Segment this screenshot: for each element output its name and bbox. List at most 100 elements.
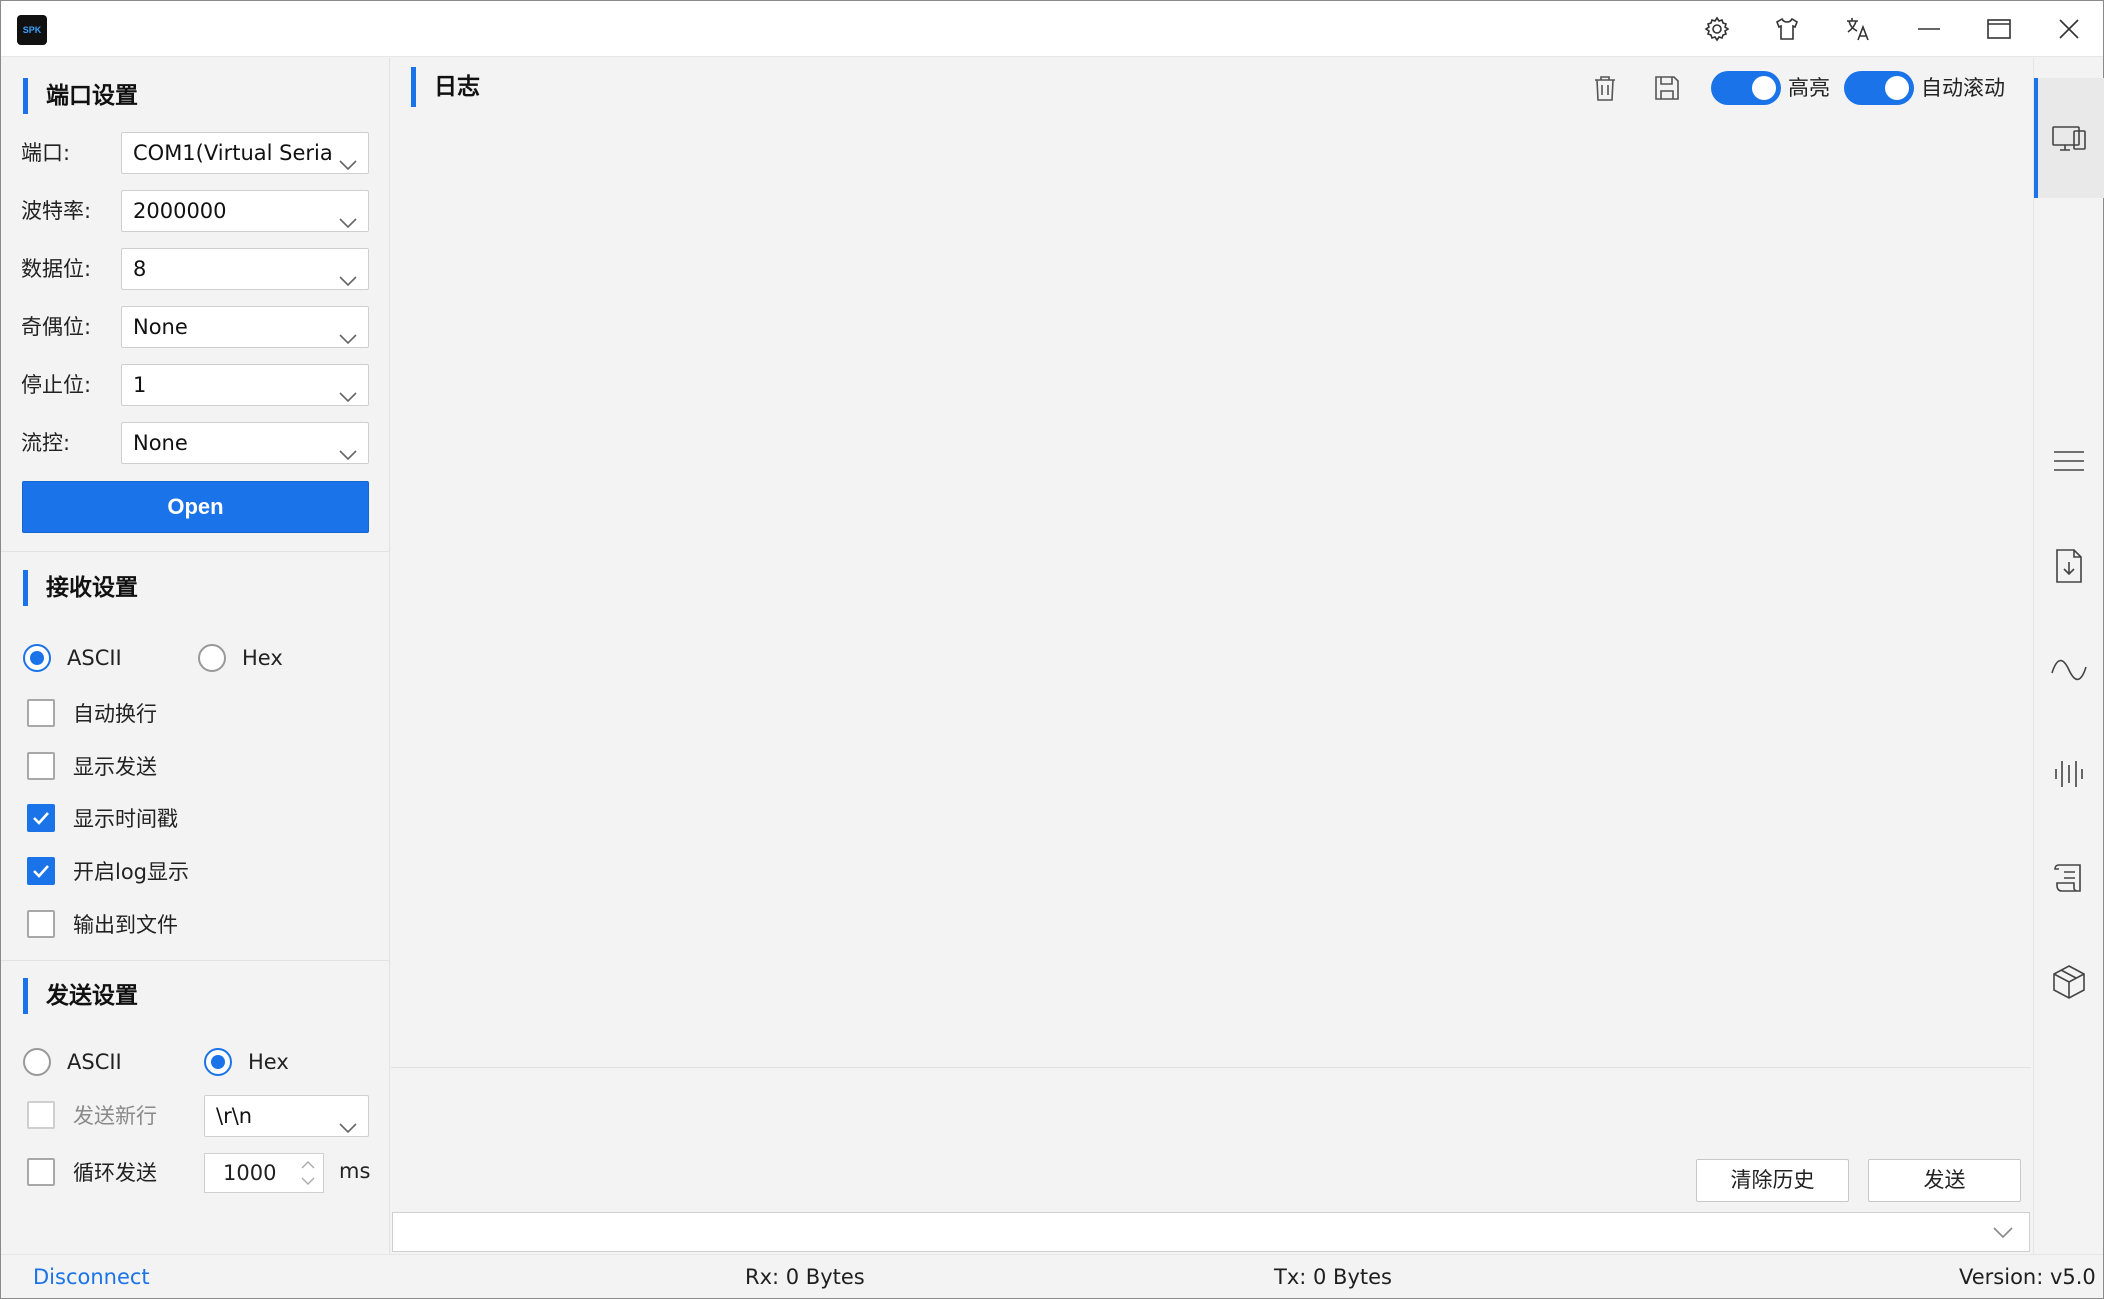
- clear-history-button[interactable]: 清除历史: [1696, 1159, 1849, 1202]
- version-label: Version: v5.0: [1959, 1265, 2096, 1289]
- enable-log-display-checkbox[interactable]: 开启log显示: [27, 853, 189, 889]
- auto-wrap-checkbox[interactable]: 自动换行: [27, 695, 157, 731]
- open-port-button[interactable]: Open: [22, 481, 369, 533]
- show-sent-checkbox[interactable]: 显示发送: [27, 748, 157, 784]
- maximize-icon[interactable]: [1977, 9, 2021, 49]
- tx-bytes: Tx: 0 Bytes: [1274, 1265, 1392, 1289]
- chevron-down-icon: [338, 319, 358, 345]
- radio-label: Hex: [248, 1050, 289, 1074]
- port-settings-title: 端口设置: [23, 78, 138, 114]
- stepper-arrows-icon[interactable]: [297, 1156, 319, 1190]
- receive-ascii-radio[interactable]: ASCII: [23, 640, 122, 676]
- highlight-toggle[interactable]: [1711, 71, 1781, 105]
- auto-scroll-label: 自动滚动: [1921, 76, 2005, 100]
- rx-bytes: Rx: 0 Bytes: [745, 1265, 865, 1289]
- flow-control-select[interactable]: None: [121, 422, 369, 464]
- chevron-down-icon: [338, 1108, 358, 1134]
- chevron-down-icon[interactable]: [1991, 1225, 2015, 1241]
- checkbox-indicator: [27, 1101, 55, 1129]
- translate-icon[interactable]: [1836, 9, 1880, 49]
- save-icon[interactable]: [1647, 68, 1687, 108]
- radio-indicator: [23, 1048, 51, 1076]
- right-nav: [2033, 58, 2104, 1254]
- shirt-icon[interactable]: [1765, 9, 1809, 49]
- check-icon: [33, 865, 49, 878]
- check-icon: [33, 812, 49, 825]
- app-logo: SPK: [17, 15, 47, 45]
- port-select-value: COM1(Virtual Serial: [133, 141, 333, 165]
- parity-label: 奇偶位:: [21, 315, 92, 339]
- port-label: 端口:: [21, 141, 71, 165]
- list-icon[interactable]: [2034, 431, 2104, 491]
- output-to-file-checkbox[interactable]: 输出到文件: [27, 906, 178, 942]
- bars-chart-icon[interactable]: [2034, 744, 2104, 804]
- checkbox-indicator: [27, 804, 55, 832]
- send-hex-radio[interactable]: Hex: [204, 1044, 289, 1080]
- checkbox-indicator: [27, 1158, 55, 1186]
- send-button[interactable]: 发送: [1868, 1159, 2021, 1202]
- checkbox-label: 循环发送: [73, 1161, 157, 1185]
- app-window: SPK 端口设置 端口: COM1(Virtual Serial 波特率: 20…: [0, 0, 2104, 1299]
- section-divider: [1, 551, 389, 552]
- connection-status-link[interactable]: Disconnect: [33, 1255, 150, 1299]
- app-logo-text: SPK: [22, 25, 42, 35]
- chevron-down-icon: [338, 203, 358, 229]
- port-select[interactable]: COM1(Virtual Serial: [121, 132, 369, 174]
- chevron-down-icon: [338, 377, 358, 403]
- script-icon[interactable]: [2034, 848, 2104, 908]
- chevron-down-icon: [338, 435, 358, 461]
- baud-rate-value: 2000000: [133, 199, 227, 223]
- stop-bits-select[interactable]: 1: [121, 364, 369, 406]
- file-download-icon[interactable]: [2034, 536, 2104, 596]
- send-ascii-radio[interactable]: ASCII: [23, 1044, 122, 1080]
- highlight-label: 高亮: [1788, 76, 1830, 100]
- checkbox-label: 自动换行: [73, 702, 157, 726]
- radio-indicator: [23, 644, 51, 672]
- checkbox-label: 显示发送: [73, 755, 157, 779]
- checkbox-label: 开启log显示: [73, 860, 190, 884]
- gear-icon[interactable]: [1695, 9, 1739, 49]
- chevron-down-icon: [338, 145, 358, 171]
- send-panel[interactable]: 清除历史 发送: [391, 1069, 2031, 1209]
- parity-value: None: [133, 315, 188, 339]
- radio-indicator: [198, 644, 226, 672]
- trash-icon[interactable]: [1585, 68, 1625, 108]
- send-newline-checkbox[interactable]: 发送新行: [27, 1097, 157, 1133]
- baud-rate-label: 波特率:: [21, 199, 92, 223]
- wave-icon[interactable]: [2034, 640, 2104, 700]
- loop-interval-stepper[interactable]: 1000: [204, 1153, 324, 1193]
- data-bits-select[interactable]: 8: [121, 248, 369, 290]
- checkbox-label: 发送新行: [73, 1104, 157, 1128]
- loop-send-checkbox[interactable]: 循环发送: [27, 1154, 157, 1190]
- checkbox-indicator: [27, 857, 55, 885]
- serial-port-icon[interactable]: [2034, 78, 2104, 198]
- receive-settings-title: 接收设置: [23, 570, 138, 606]
- checkbox-indicator: [27, 910, 55, 938]
- status-bar: Disconnect Rx: 0 Bytes Tx: 0 Bytes Versi…: [1, 1254, 2103, 1298]
- send-input[interactable]: [392, 1212, 2030, 1252]
- show-timestamp-checkbox[interactable]: 显示时间戳: [27, 800, 178, 836]
- log-title: 日志: [411, 67, 480, 107]
- parity-select[interactable]: None: [121, 306, 369, 348]
- settings-panel: 端口设置 端口: COM1(Virtual Serial 波特率: 200000…: [1, 58, 389, 1254]
- stop-bits-value: 1: [133, 373, 147, 397]
- send-settings-title: 发送设置: [23, 978, 138, 1014]
- log-panel[interactable]: 日志 高亮 自动滚动: [391, 58, 2031, 1068]
- radio-label: ASCII: [67, 646, 122, 670]
- checkbox-indicator: [27, 699, 55, 727]
- newline-select[interactable]: \r\n: [204, 1095, 369, 1137]
- panel-divider: [389, 58, 390, 1254]
- baud-rate-select[interactable]: 2000000: [121, 190, 369, 232]
- data-bits-value: 8: [133, 257, 147, 281]
- close-icon[interactable]: [2047, 9, 2091, 49]
- chevron-down-icon: [338, 261, 358, 287]
- receive-hex-radio[interactable]: Hex: [198, 640, 283, 676]
- loop-interval-value: 1000: [223, 1161, 277, 1185]
- radio-label: Hex: [242, 646, 283, 670]
- package-icon[interactable]: [2034, 952, 2104, 1012]
- checkbox-label: 输出到文件: [73, 913, 178, 937]
- data-bits-label: 数据位:: [21, 257, 92, 281]
- newline-value: \r\n: [216, 1104, 253, 1128]
- auto-scroll-toggle[interactable]: [1844, 71, 1914, 105]
- minimize-icon[interactable]: [1907, 9, 1951, 49]
